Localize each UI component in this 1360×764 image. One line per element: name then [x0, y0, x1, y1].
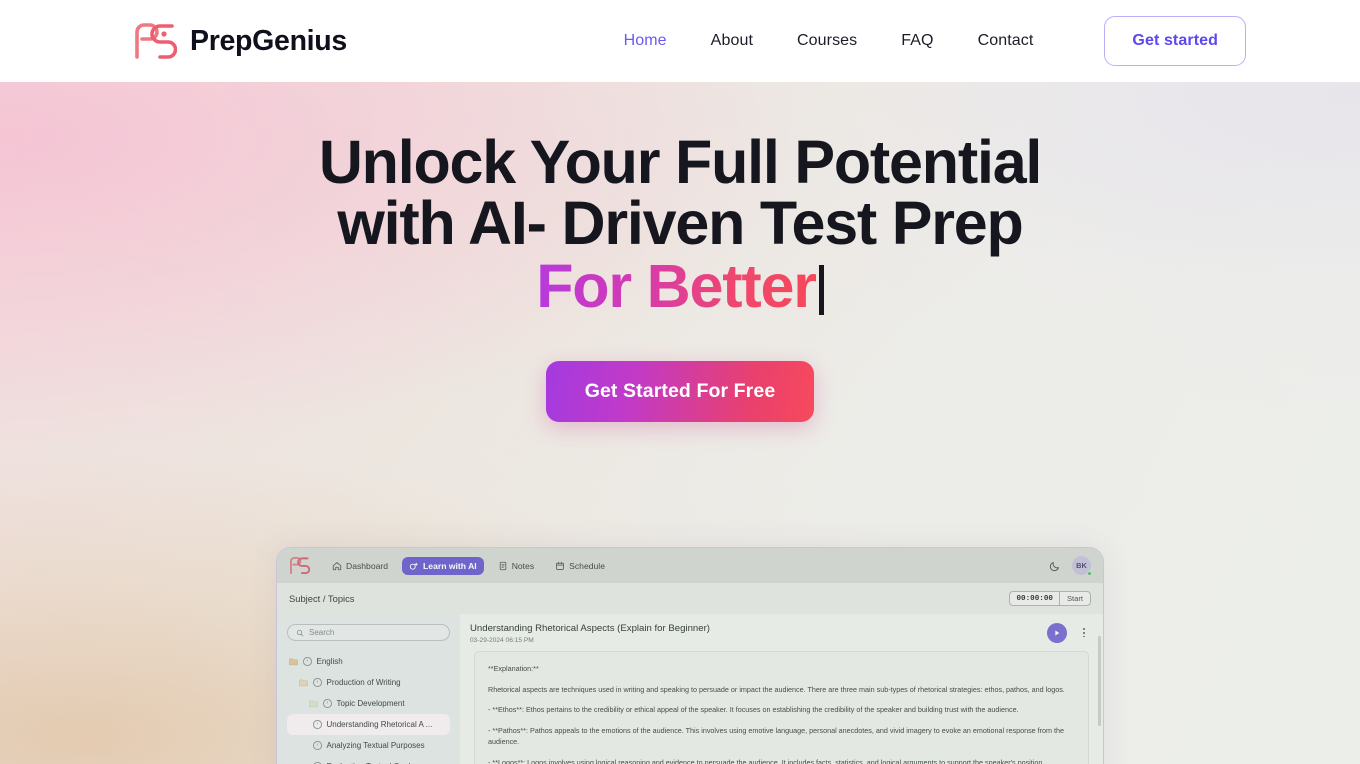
document-paragraph: - **Ethos**: Ethos pertains to the credi… [488, 705, 1019, 715]
tree-item-understanding-rhetorical-aspects[interactable]: › Understanding Rhetorical A ... [287, 714, 450, 735]
tree-item-understanding-rhetorical-aspects-label: Understanding Rhetorical A ... [326, 720, 433, 729]
hero-title-line-2: Driven Test Prep [561, 189, 1024, 257]
chevron-down-icon: › [313, 678, 322, 687]
mockup-nav-dashboard-label: Dashboard [346, 560, 389, 571]
pg-monogram-icon [135, 23, 177, 59]
mockup-nav-schedule[interactable]: Schedule [548, 557, 612, 575]
document-paragraph: Rhetorical aspects are techniques used i… [488, 684, 1065, 694]
document-title: Understanding Rhetorical Aspects (Explai… [470, 623, 710, 634]
hero-section: Unlock Your Full Potential with AI- Driv… [0, 82, 1360, 764]
timer-value: 00:00:00 [1010, 592, 1060, 605]
content-scrollbar[interactable] [1098, 636, 1101, 726]
avatar[interactable]: BK [1072, 556, 1092, 576]
tree-item-production-of-writing-label: Production of Writing [326, 678, 401, 687]
folder-icon [309, 700, 318, 707]
hero-cta-button[interactable]: Get Started For Free [545, 361, 815, 422]
timer-start-button[interactable]: Start [1060, 592, 1090, 605]
mockup-subheader: Subject / Topics 00:00:00 Start [277, 583, 1103, 614]
tree-item-analyzing-textual-purposes[interactable]: › Analyzing Textual Purposes [287, 735, 450, 756]
hero-title-accent: For Better [536, 252, 817, 320]
home-icon [332, 561, 342, 570]
tree-item-analyzing-textual-purposes-label: Analyzing Textual Purposes [326, 741, 425, 750]
document-body: **Explanation:** Rhetorical aspects are … [474, 651, 1089, 764]
chevron-down-icon: › [303, 657, 312, 666]
app-preview-mockup: Dashboard Learn with AI Notes Schedule B… [276, 547, 1104, 764]
document-timestamp: 03-29-2024 06:15 PM [470, 637, 534, 644]
mockup-nav-notes[interactable]: Notes [491, 557, 541, 575]
chevron-down-icon: › [323, 699, 332, 708]
mockup-nav-dashboard[interactable]: Dashboard [325, 557, 395, 575]
chevron-right-icon: › [313, 720, 322, 729]
chevron-right-icon: › [313, 741, 322, 750]
nav-link-faq[interactable]: FAQ [879, 32, 955, 50]
search-icon [296, 629, 304, 636]
tree-item-evaluating-textual-goals[interactable]: › Evaluating Textual Goals [287, 756, 450, 764]
tree-item-english-label: English [316, 657, 343, 666]
avatar-initials: BK [1076, 561, 1087, 570]
tree-item-topic-development-label: Topic Development [336, 699, 405, 708]
brand-name: PrepGenius [190, 24, 347, 57]
moon-icon[interactable] [1049, 560, 1061, 572]
mockup-pg-logo-icon [290, 556, 310, 575]
mockup-sidebar: Search › English › Production of Writing [277, 614, 460, 764]
typing-caret [818, 265, 824, 315]
nav-link-about[interactable]: About [689, 32, 775, 50]
mockup-nav-schedule-label: Schedule [569, 560, 605, 571]
folder-icon [299, 679, 308, 686]
more-options-button[interactable] [1079, 623, 1089, 638]
play-icon [1055, 630, 1060, 636]
tree-item-english[interactable]: › English [287, 651, 450, 672]
mockup-nav-notes-label: Notes [511, 560, 535, 571]
timer-widget: 00:00:00 Start [1009, 591, 1091, 606]
calendar-icon [556, 561, 564, 570]
mockup-nav-learn-with-ai[interactable]: Learn with AI [402, 556, 484, 575]
main-navigation: Home About Courses FAQ Contact Get start… [602, 16, 1246, 66]
note-icon [499, 561, 506, 570]
tree-item-topic-development[interactable]: › Topic Development [287, 693, 450, 714]
mockup-top-navigation: Dashboard Learn with AI Notes Schedule B… [277, 548, 1103, 583]
nav-link-courses[interactable]: Courses [775, 32, 879, 50]
document-paragraph: - **Pathos**: Pathos appeals to the emot… [488, 725, 1065, 747]
document-paragraph: - **Logos**: Logos involves using logica… [488, 757, 1045, 764]
search-placeholder: Search [309, 628, 335, 637]
play-button[interactable] [1047, 623, 1067, 643]
nav-link-home[interactable]: Home [602, 32, 689, 50]
get-started-button[interactable]: Get started [1104, 16, 1246, 66]
folder-icon [289, 658, 298, 665]
mockup-main-panel: Understanding Rhetorical Aspects (Explai… [460, 614, 1103, 764]
subject-topics-label: Subject / Topics [289, 593, 355, 604]
tree-item-production-of-writing[interactable]: › Production of Writing [287, 672, 450, 693]
site-header: PrepGenius Home About Courses FAQ Contac… [0, 0, 1360, 82]
ai-sparkle-icon [409, 561, 419, 570]
page-title: Unlock Your Full Potential with AI- Driv… [270, 132, 1090, 317]
brand-logo[interactable]: PrepGenius [133, 21, 347, 61]
topic-tree: › English › Production of Writing › Topi… [287, 651, 450, 764]
nav-link-contact[interactable]: Contact [956, 32, 1056, 50]
mockup-nav-learn-with-ai-label: Learn with AI [423, 560, 477, 571]
search-input[interactable]: Search [287, 624, 450, 641]
document-header: Understanding Rhetorical Aspects (Explai… [460, 614, 1103, 651]
document-paragraph: **Explanation:** [488, 664, 539, 673]
online-status-dot [1086, 570, 1092, 576]
kebab-menu-icon [1083, 628, 1085, 630]
